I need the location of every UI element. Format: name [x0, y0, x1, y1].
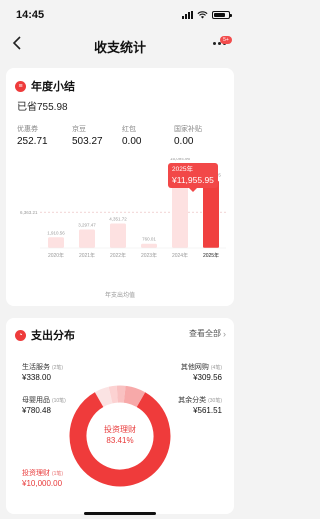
selected-year-tooltip: 2025年 ¥11,955.95 — [168, 163, 218, 192]
bar-value-label: 760.01 — [142, 237, 156, 242]
bar-2021年[interactable] — [79, 229, 95, 248]
page-title: 收支统计 — [93, 40, 146, 55]
legend-amount: ¥561.51 — [193, 406, 222, 415]
bar-2022年[interactable] — [110, 223, 126, 248]
bar-value-label: 4,351.72 — [109, 217, 127, 222]
legend-amount: ¥309.56 — [193, 373, 222, 382]
tooltip-year: 2025年 — [172, 166, 193, 173]
legend-other-categories[interactable]: 其余分类 (30笔) ¥561.51 — [178, 395, 222, 415]
center-percent: 83.41% — [106, 436, 134, 445]
legend-investment[interactable]: 投资理财 (1笔) ¥10,000.00 — [22, 468, 63, 488]
stat-value: 0.00 — [122, 136, 142, 147]
legend-amount: ¥780.48 — [22, 406, 51, 415]
stat-label: 京豆 — [72, 126, 86, 133]
stat-subsidy: 国家补贴 0.00 — [174, 124, 202, 147]
legend-name: 投资理财 — [22, 470, 50, 477]
legend-other-shopping[interactable]: 其他网购 (4笔) ¥309.56 — [181, 362, 222, 382]
stat-value: 503.27 — [72, 136, 103, 147]
home-indicator — [84, 512, 156, 515]
spending-header: ◔ 支出分布 — [15, 327, 75, 343]
saved-amount: 已省755.98 — [17, 102, 68, 113]
nav-bar: 收支统计 5+ — [0, 30, 240, 58]
x-tick-label: 2025年 — [203, 252, 219, 259]
stat-label: 红包 — [122, 126, 136, 133]
legend-count: (10笔) — [51, 398, 66, 404]
legend-name: 其他网购 — [180, 364, 209, 371]
chart-average-note: 年支出均值 — [104, 293, 135, 299]
center-category: 投资理财 — [104, 425, 136, 434]
stat-red-packet: 红包 0.00 — [122, 124, 141, 147]
signal-icon — [182, 11, 193, 19]
chevron-right-icon: › — [223, 328, 226, 339]
spending-distribution-card: ◔ 支出分布 查看全部 › 投资理财 83.41% 生活服务 (2笔) ¥338… — [6, 318, 234, 514]
status-time: 14:45 — [16, 9, 45, 21]
annual-summary-title: 年度小结 — [31, 81, 75, 93]
stat-value: 0.00 — [174, 136, 194, 147]
status-icons — [182, 11, 232, 19]
bar-value-label: 15,094.96 — [170, 158, 191, 161]
x-tick-label: 2020年 — [48, 252, 64, 259]
legend-count: (30笔) — [208, 398, 222, 404]
legend-count: (1笔) — [51, 471, 64, 477]
spending-title: 支出分布 — [31, 330, 75, 342]
tooltip-amount: ¥11,955.95 — [172, 175, 214, 185]
x-tick-label: 2022年 — [110, 252, 126, 259]
bar-value-label: 3,297.47 — [78, 222, 96, 227]
legend-amount: ¥338.00 — [22, 373, 51, 382]
donut-center-label: 投资理财 83.41% — [88, 424, 152, 445]
legend-count: (4笔) — [210, 365, 222, 371]
bar-2020年[interactable] — [48, 237, 64, 248]
stat-coupon: 优惠券 252.71 — [17, 124, 48, 147]
stat-jingdou: 京豆 503.27 — [72, 124, 103, 147]
bar-value-label: 1,910.56 — [47, 230, 65, 235]
view-all-link[interactable]: 查看全部 › — [189, 328, 226, 339]
notification-badge: 5+ — [220, 36, 232, 44]
view-all-label: 查看全部 — [189, 329, 221, 338]
status-bar: 14:45 — [0, 0, 240, 30]
legend-count: (2笔) — [51, 365, 64, 371]
stat-label: 优惠券 — [17, 126, 38, 133]
annual-summary-card: ≡ 年度小结 已省755.98 优惠券 252.71 京豆 503.27 红包 … — [6, 68, 234, 306]
summary-icon: ≡ — [15, 80, 26, 92]
savings-stats: 优惠券 252.71 京豆 503.27 红包 0.00 国家补贴 0.00 — [17, 124, 227, 154]
x-tick-label: 2023年 — [141, 252, 157, 259]
legend-amount: ¥10,000.00 — [22, 479, 63, 488]
x-tick-label: 2024年 — [172, 252, 188, 259]
legend-life-services[interactable]: 生活服务 (2笔) ¥338.00 — [22, 362, 63, 382]
legend-name: 生活服务 — [22, 364, 50, 371]
legend-baby-products[interactable]: 母婴用品 (10笔) ¥780.48 — [22, 395, 66, 415]
wifi-icon — [197, 11, 208, 19]
bar-2025年[interactable] — [203, 180, 219, 248]
x-tick-label: 2021年 — [79, 252, 95, 259]
legend-name: 其余分类 — [178, 397, 207, 404]
average-label: 6,363.21 — [20, 210, 38, 215]
stat-label: 国家补贴 — [174, 126, 202, 133]
battery-icon — [212, 11, 232, 19]
annual-summary-header: ≡ 年度小结 — [15, 78, 75, 94]
bar-2023年[interactable] — [141, 243, 157, 248]
pie-chart-icon: ◔ — [15, 329, 26, 341]
legend-name: 母婴用品 — [22, 397, 50, 404]
stat-value: 252.71 — [17, 136, 48, 147]
